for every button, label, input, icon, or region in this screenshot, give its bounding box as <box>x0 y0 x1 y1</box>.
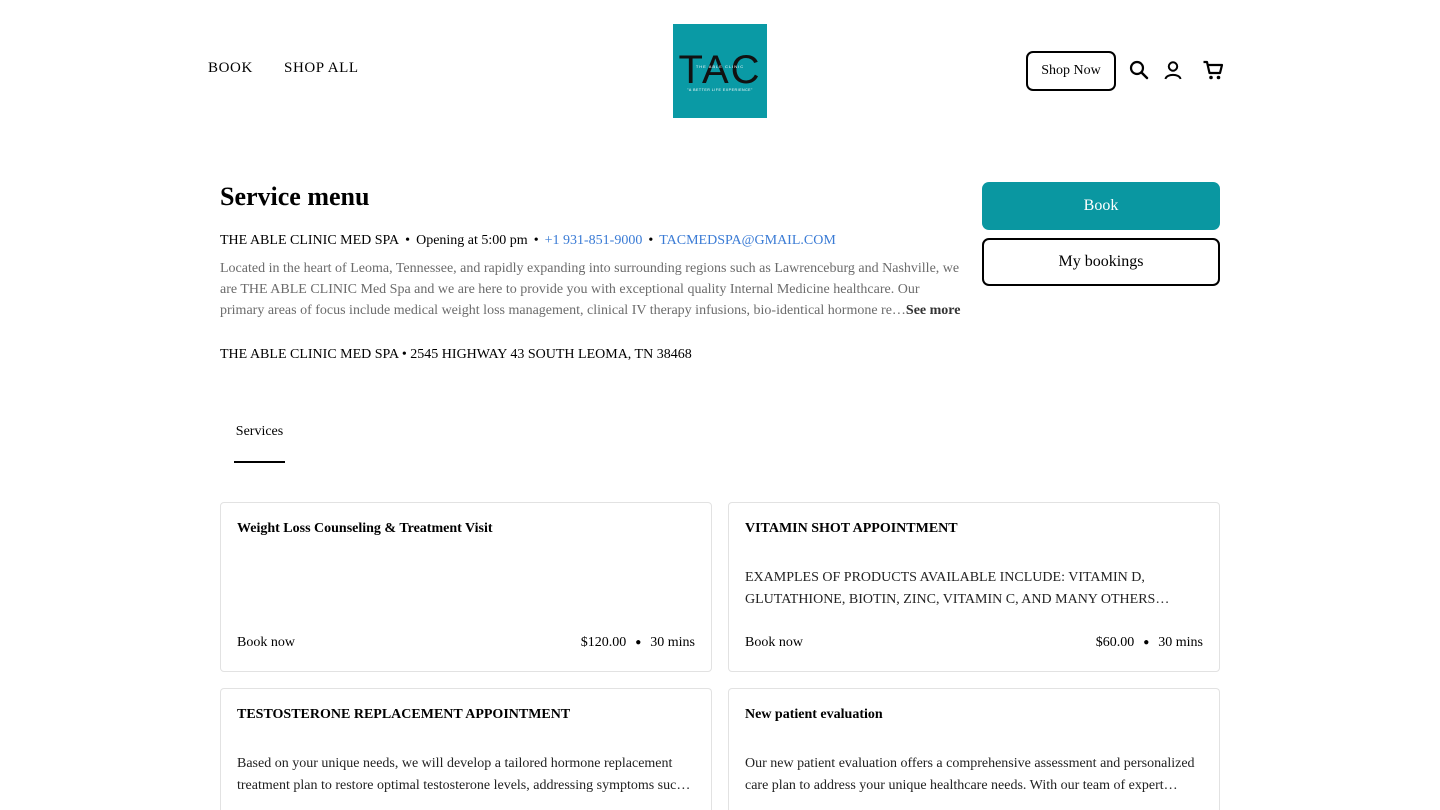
service-price-duration: $60.00 ● 30 mins <box>1096 635 1203 651</box>
service-title: New patient evaluation <box>745 707 883 722</box>
service-price: $120.00 <box>580 635 627 650</box>
account-icon[interactable] <box>1162 59 1184 81</box>
nav-shop-all-link[interactable]: SHOP ALL <box>284 60 359 77</box>
tab-active-indicator <box>234 461 285 463</box>
separator-dot: • <box>405 233 411 248</box>
logo-tagline: "A BETTER LIFE EXPERIENCE" <box>687 88 753 92</box>
book-now-link[interactable]: Book now <box>237 635 295 651</box>
nav-book-link[interactable]: BOOK <box>208 60 253 77</box>
logo-arc-text: THE ABLE CLINIC <box>695 64 745 69</box>
book-button[interactable]: Book <box>982 182 1220 230</box>
service-duration: 30 mins <box>650 635 695 650</box>
opening-hours: Opening at 5:00 pm <box>416 233 528 248</box>
service-title: TESTOSTERONE REPLACEMENT APPOINTMENT <box>237 707 571 722</box>
service-duration: 30 mins <box>1158 635 1203 650</box>
description-text: Located in the heart of Leoma, Tennessee… <box>220 261 960 318</box>
tab-label: Services <box>235 424 284 439</box>
service-card[interactable]: VITAMIN SHOT APPOINTMENT EXAMPLES OF PRO… <box>728 502 1220 672</box>
service-card[interactable]: New patient evaluation Our new patient e… <box>728 688 1220 810</box>
see-more-link[interactable]: See more <box>906 303 961 318</box>
service-card[interactable]: Weight Loss Counseling & Treatment Visit… <box>220 502 712 672</box>
business-address: THE ABLE CLINIC MED SPA • 2545 HIGHWAY 4… <box>220 347 692 362</box>
site-logo[interactable]: TAC THE ABLE CLINIC "A BETTER LIFE EXPER… <box>673 24 767 118</box>
service-description: EXAMPLES OF PRODUCTS AVAILABLE INCLUDE: … <box>745 570 1170 607</box>
my-bookings-button[interactable]: My bookings <box>982 238 1220 286</box>
business-name: THE ABLE CLINIC MED SPA <box>220 233 400 248</box>
service-title: Weight Loss Counseling & Treatment Visit <box>237 521 493 536</box>
service-title: VITAMIN SHOT APPOINTMENT <box>745 521 958 536</box>
shop-now-button[interactable]: Shop Now <box>1026 51 1116 91</box>
business-meta: THE ABLE CLINIC MED SPA • Opening at 5:00 … <box>220 233 836 249</box>
service-description: Our new patient evaluation offers a comp… <box>745 756 1195 793</box>
phone-link[interactable]: +1 931-851-9000 <box>545 233 643 248</box>
separator-dot: ● <box>1143 637 1150 648</box>
service-card[interactable]: TESTOSTERONE REPLACEMENT APPOINTMENT Bas… <box>220 688 712 810</box>
service-description: Based on your unique needs, we will deve… <box>237 756 691 793</box>
tab-services[interactable]: Services <box>234 424 285 463</box>
separator-dot: ● <box>635 637 642 648</box>
logo-text: TAC <box>678 48 762 92</box>
site-header: BOOK SHOP ALL TAC THE ABLE CLINIC "A BET… <box>0 0 1440 140</box>
cart-icon[interactable] <box>1202 59 1224 81</box>
search-icon[interactable] <box>1128 59 1150 81</box>
separator-dot: • <box>648 233 654 248</box>
separator-dot: • <box>533 233 539 248</box>
service-price: $60.00 <box>1095 635 1135 650</box>
page-title: Service menu <box>220 182 370 211</box>
email-link[interactable]: TACMEDSPA@GMAIL.COM <box>659 233 836 248</box>
service-price-duration: $120.00 ● 30 mins <box>581 635 695 651</box>
business-description: Located in the heart of Leoma, Tennessee… <box>220 258 965 321</box>
book-now-link[interactable]: Book now <box>745 635 803 651</box>
